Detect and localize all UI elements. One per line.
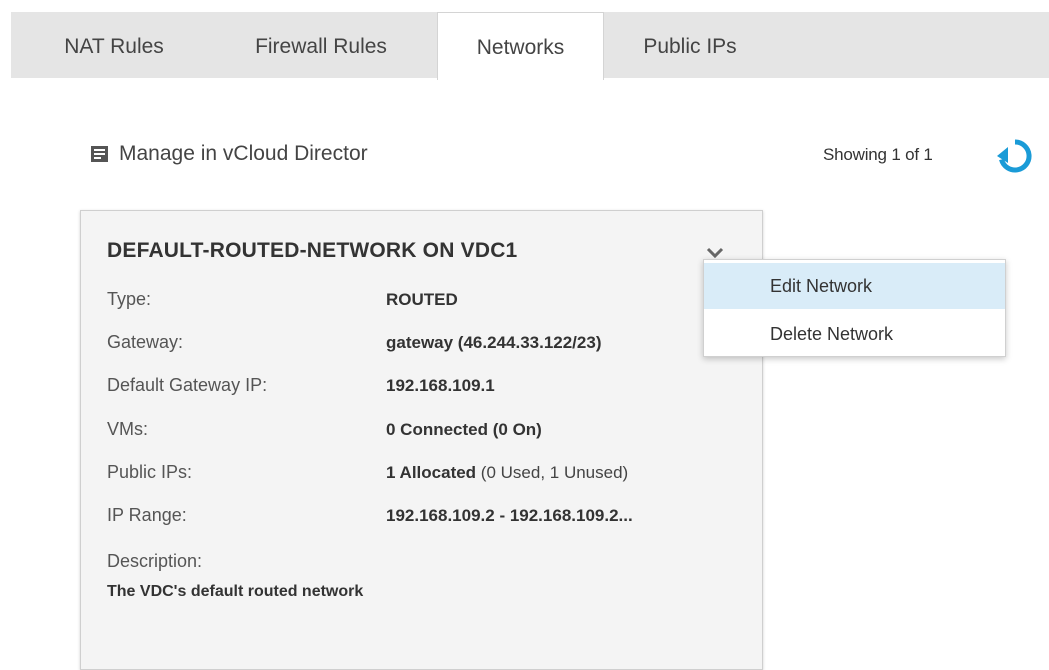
manage-in-vcloud-director-link[interactable]: Manage in vCloud Director: [91, 138, 368, 170]
type-label: Type:: [107, 289, 152, 309]
refresh-icon[interactable]: [994, 135, 1036, 177]
manage-link-label: Manage in vCloud Director: [119, 142, 368, 165]
tab-firewall-rules[interactable]: Firewall Rules: [233, 12, 409, 78]
public-ips-allocated: 1 Allocated: [386, 463, 477, 482]
menu-item-edit-network[interactable]: Edit Network: [704, 263, 1005, 309]
public-ips-value: 1 Allocated (0 Used, 1 Unused): [386, 463, 628, 483]
network-actions-menu: Edit Network Delete Network: [703, 259, 1006, 357]
vms-value: 0 Connected (0 On): [386, 420, 542, 439]
description-value: The VDC's default routed network: [107, 583, 364, 600]
ip-range-value: 192.168.109.2 - 192.168.109.2...: [386, 506, 633, 525]
list-document-icon: [91, 146, 108, 162]
menu-item-delete-network[interactable]: Delete Network: [704, 311, 1005, 357]
tab-nat-rules[interactable]: NAT Rules: [55, 12, 173, 78]
default-gateway-ip-label: Default Gateway IP:: [107, 375, 268, 395]
tab-bar: NAT Rules Firewall Rules Networks Public…: [11, 12, 1049, 80]
public-ips-usage: (0 Used, 1 Unused): [476, 463, 629, 482]
vms-label: VMs:: [107, 419, 149, 439]
tab-public-ips[interactable]: Public IPs: [631, 12, 749, 78]
network-card-title: DEFAULT-ROUTED-NETWORK ON VDC1: [107, 239, 518, 262]
showing-count: Showing 1 of 1: [823, 145, 933, 164]
network-card: DEFAULT-ROUTED-NETWORK ON VDC1 Type: ROU…: [80, 210, 763, 670]
tab-networks[interactable]: Networks: [437, 12, 604, 80]
ip-range-label: IP Range:: [107, 505, 187, 525]
public-ips-label: Public IPs:: [107, 462, 193, 482]
gateway-value: gateway (46.244.33.122/23): [386, 333, 602, 352]
gateway-label: Gateway:: [107, 332, 184, 352]
default-gateway-ip-value: 192.168.109.1: [386, 376, 495, 395]
description-label: Description:: [107, 551, 203, 571]
type-value: ROUTED: [386, 290, 458, 309]
